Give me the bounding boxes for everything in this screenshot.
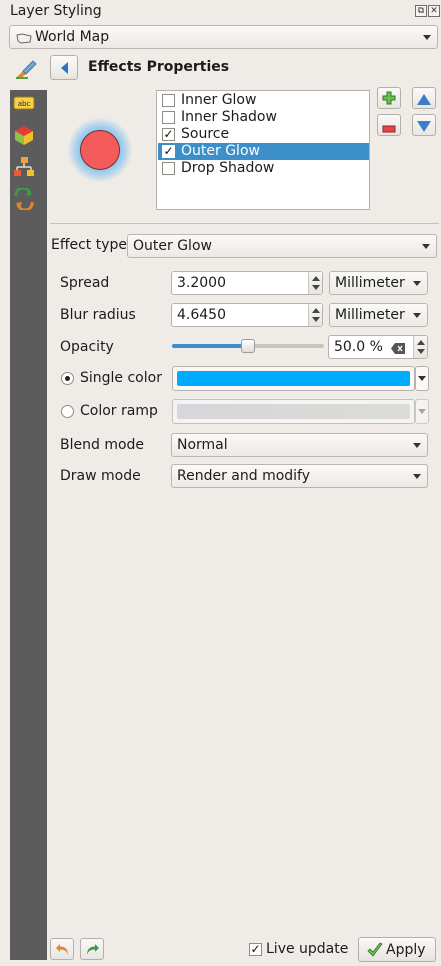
effect-item-source[interactable]: ✓ Source xyxy=(158,126,369,143)
blend-mode-value: Normal xyxy=(177,437,228,453)
blend-mode-label: Blend mode xyxy=(60,437,145,453)
history-icon[interactable] xyxy=(13,186,35,212)
close-icon[interactable]: ✕ xyxy=(428,5,440,17)
effect-label: Inner Glow xyxy=(181,92,257,108)
effect-type-label: Effect type xyxy=(51,237,128,253)
undo-icon xyxy=(55,942,70,961)
opacity-input[interactable]: 50.0 % xyxy=(328,335,428,359)
effect-preview-symbol xyxy=(80,130,120,170)
move-down-button[interactable] xyxy=(412,114,436,136)
redo-icon xyxy=(85,942,100,961)
spread-unit-value: Millimeter xyxy=(335,275,405,291)
opacity-slider-fill xyxy=(172,344,248,348)
draw-mode-label: Draw mode xyxy=(60,468,141,484)
back-button[interactable] xyxy=(50,55,78,80)
add-effect-button[interactable] xyxy=(377,87,401,109)
move-down-icon xyxy=(417,120,431,136)
polygon-layer-icon xyxy=(16,32,32,44)
move-up-icon xyxy=(417,93,431,109)
redo-button[interactable] xyxy=(80,938,104,960)
color-ramp-menu-button[interactable] xyxy=(415,399,429,424)
chevron-down-icon xyxy=(422,244,430,249)
undo-button[interactable] xyxy=(50,938,74,960)
color-ramp-button[interactable] xyxy=(172,399,415,424)
glow-color-button[interactable] xyxy=(172,366,415,391)
opacity-label: Opacity xyxy=(60,339,114,355)
sidebar: abc xyxy=(10,90,47,960)
back-arrow-icon xyxy=(60,62,70,78)
spread-unit-select[interactable]: Millimeter xyxy=(329,271,428,295)
svg-text:abc: abc xyxy=(18,100,31,108)
color-swatch xyxy=(177,371,410,386)
effect-type-select[interactable]: Outer Glow xyxy=(127,234,437,258)
draw-mode-value: Render and modify xyxy=(177,468,311,484)
effects-list: Inner Glow Inner Shadow ✓ Source ✓ Outer… xyxy=(156,90,370,210)
add-effect-icon xyxy=(382,91,396,109)
layer-select[interactable]: World Map xyxy=(9,25,438,49)
single-color-label: Single color xyxy=(80,370,162,386)
effect-item-outer-glow[interactable]: ✓ Outer Glow xyxy=(158,143,369,160)
title-bar: Layer Styling ⧉ ✕ xyxy=(0,0,441,24)
spread-label: Spread xyxy=(60,275,110,291)
single-color-radio[interactable] xyxy=(61,372,74,385)
effect-type-value: Outer Glow xyxy=(133,238,212,254)
chevron-down-icon xyxy=(413,443,421,448)
live-update-label: Live update xyxy=(266,941,349,957)
panel-title: Effects Properties xyxy=(88,59,230,75)
remove-effect-icon xyxy=(382,121,396,137)
checkmark-icon xyxy=(367,942,383,962)
3d-view-icon[interactable] xyxy=(13,124,35,145)
effect-label: Outer Glow xyxy=(181,143,260,159)
window-title: Layer Styling xyxy=(10,3,102,19)
effect-label: Drop Shadow xyxy=(181,160,275,176)
effect-checkbox[interactable] xyxy=(162,162,175,175)
effect-checkbox[interactable]: ✓ xyxy=(162,145,175,158)
remove-effect-button[interactable] xyxy=(377,114,401,136)
color-ramp-label: Color ramp xyxy=(80,403,158,419)
diagram-icon[interactable] xyxy=(13,156,35,176)
spread-stepper[interactable] xyxy=(308,272,322,294)
draw-mode-select[interactable]: Render and modify xyxy=(171,464,428,488)
chevron-down-icon xyxy=(413,474,421,479)
opacity-stepper[interactable] xyxy=(413,336,427,358)
blur-radius-label: Blur radius xyxy=(60,307,136,323)
color-menu-button[interactable] xyxy=(415,366,429,391)
blur-unit-value: Millimeter xyxy=(335,307,405,323)
float-icon[interactable]: ⧉ xyxy=(415,5,427,17)
clear-icon[interactable] xyxy=(391,342,405,358)
opacity-slider-handle[interactable] xyxy=(241,339,255,353)
labels-icon[interactable]: abc xyxy=(13,95,35,115)
chevron-down-icon xyxy=(423,35,431,40)
chevron-down-icon xyxy=(418,376,426,381)
effect-checkbox[interactable] xyxy=(162,111,175,124)
apply-label: Apply xyxy=(386,942,426,958)
blur-radius-stepper[interactable] xyxy=(308,304,322,326)
blur-unit-select[interactable]: Millimeter xyxy=(329,303,428,327)
opacity-value: 50.0 % xyxy=(334,339,383,355)
effect-checkbox[interactable]: ✓ xyxy=(162,128,175,141)
effect-item-inner-glow[interactable]: Inner Glow xyxy=(158,92,369,109)
apply-button[interactable]: Apply xyxy=(358,937,436,962)
ramp-swatch xyxy=(177,404,410,419)
effect-label: Inner Shadow xyxy=(181,109,277,125)
blur-radius-value: 4.6450 xyxy=(177,307,226,323)
effect-checkbox[interactable] xyxy=(162,94,175,107)
effect-label: Source xyxy=(181,126,230,142)
divider xyxy=(50,223,439,224)
effect-item-drop-shadow[interactable]: Drop Shadow xyxy=(158,160,369,177)
chevron-down-icon xyxy=(413,313,421,318)
blend-mode-select[interactable]: Normal xyxy=(171,433,428,457)
move-up-button[interactable] xyxy=(412,87,436,109)
layer-select-value: World Map xyxy=(35,29,110,45)
spread-input[interactable]: 3.2000 xyxy=(171,271,323,295)
paint-brush-icon[interactable] xyxy=(14,58,38,80)
effect-item-inner-shadow[interactable]: Inner Shadow xyxy=(158,109,369,126)
live-update-checkbox[interactable]: ✓ xyxy=(249,943,262,956)
chevron-down-icon xyxy=(418,409,426,414)
blur-radius-input[interactable]: 4.6450 xyxy=(171,303,323,327)
chevron-down-icon xyxy=(413,281,421,286)
color-ramp-radio[interactable] xyxy=(61,405,74,418)
spread-value: 3.2000 xyxy=(177,275,226,291)
